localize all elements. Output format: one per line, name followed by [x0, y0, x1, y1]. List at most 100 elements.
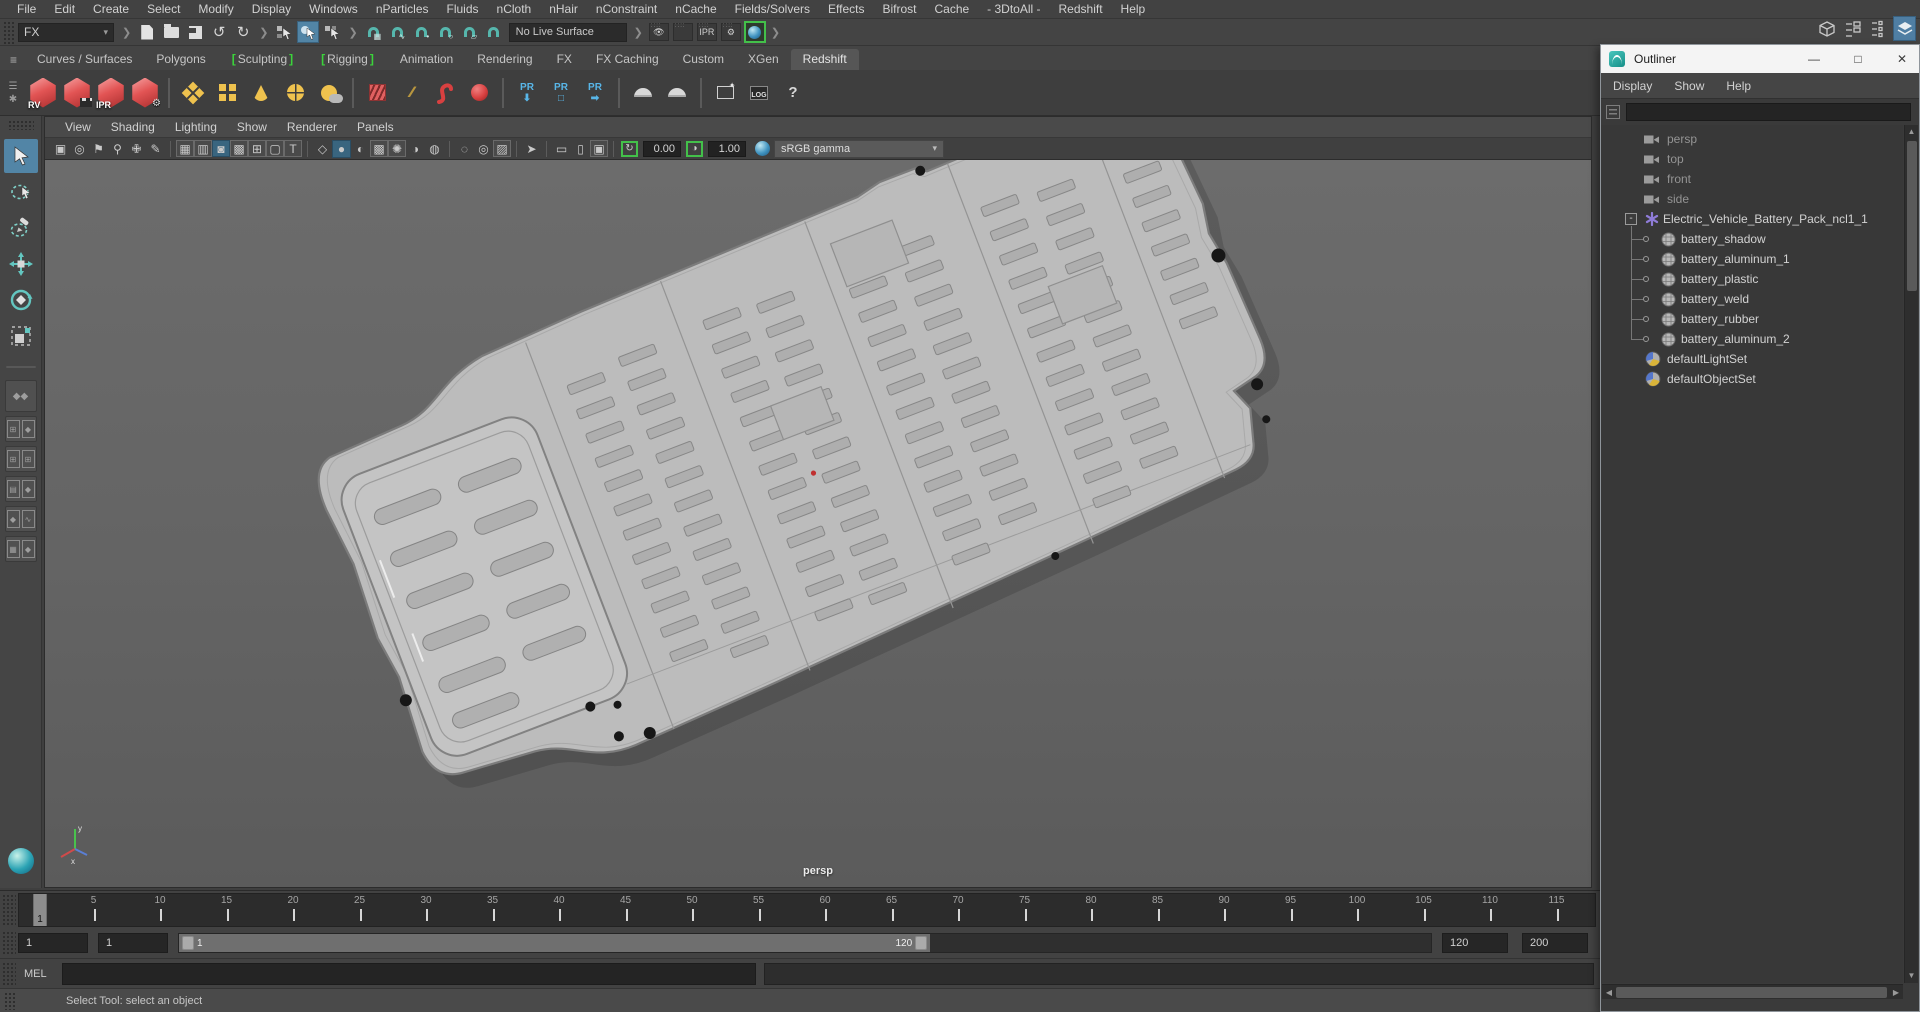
expander-icon[interactable]: - [1625, 213, 1637, 225]
layout-hypershade-button[interactable]: ▦ ◆ [4, 536, 37, 562]
help-line-grip[interactable] [4, 991, 16, 1010]
outliner-vertical-scrollbar[interactable]: ▲ ▼ [1904, 125, 1918, 983]
outliner-row-defaultobjectset[interactable]: defaultObjectSet [1601, 369, 1903, 389]
scroll-left-icon[interactable]: ◀ [1602, 988, 1616, 997]
menu-bifrost[interactable]: Bifrost [873, 2, 925, 16]
outliner-menu-help[interactable]: Help [1726, 79, 1762, 93]
command-line-results[interactable] [764, 962, 1594, 985]
resolution-gate-icon[interactable]: ◙ [212, 140, 230, 157]
outliner-search-input[interactable] [1626, 103, 1911, 121]
panel-menu-show[interactable]: Show [227, 120, 277, 134]
gamma-field[interactable]: 1.00 [708, 140, 746, 157]
group-expander[interactable]: ❯ [344, 26, 361, 39]
range-end-handle[interactable] [915, 936, 928, 950]
shelf-tab-fx[interactable]: FX [545, 49, 584, 70]
menu-display[interactable]: Display [243, 2, 300, 16]
motion-blur-icon[interactable]: ◌ [455, 140, 474, 158]
playback-range-bar[interactable]: 1 120 [179, 934, 931, 952]
scroll-right-icon[interactable]: ▶ [1889, 988, 1903, 997]
outliner-row-battery-aluminum-1[interactable]: battery_aluminum_1 [1601, 249, 1903, 269]
layout-two-pane-button[interactable]: ⊞ ⊞ [4, 446, 37, 472]
playback-end-field[interactable]: 120 [1442, 933, 1508, 953]
channel-box-toggle[interactable] [1893, 16, 1916, 41]
outliner-row-battery-aluminum-2[interactable]: battery_aluminum_2 [1601, 329, 1903, 349]
depth-peeling-icon[interactable]: ▨ [493, 140, 511, 157]
panel-menu-shading[interactable]: Shading [101, 120, 165, 134]
toolbox-grip[interactable] [7, 120, 34, 130]
scale-tool[interactable] [4, 319, 38, 353]
layout-persp-graph-button[interactable]: ◆ ∿ [4, 506, 37, 532]
menu-redshift[interactable]: Redshift [1050, 2, 1112, 16]
shelf-tab-xgen[interactable]: XGen [736, 49, 791, 70]
select-object-button[interactable] [297, 21, 320, 43]
image-icon[interactable]: ▣ [590, 140, 608, 157]
grid-toggle-icon[interactable]: ▦ [176, 140, 194, 157]
shelf-tab-polygons[interactable]: Polygons [144, 49, 217, 70]
shaded-icon[interactable]: ● [332, 139, 351, 158]
shelf-item-dome-light[interactable] [660, 74, 694, 112]
shelf-item-environment[interactable] [312, 74, 346, 112]
rotate-tool[interactable] [4, 283, 38, 317]
shelf-item-plane[interactable] [210, 74, 244, 112]
shelf-item-hair-strands[interactable]: ∕∕∕ [394, 74, 428, 112]
group-expander[interactable]: ❯ [767, 26, 784, 39]
outliner-row-battery-shadow[interactable]: battery_shadow [1601, 229, 1903, 249]
panel-menu-renderer[interactable]: Renderer [277, 120, 347, 134]
shelf-item-help[interactable]: ? [776, 74, 810, 112]
layout-four-pane-button[interactable]: ⊞ ◆ [4, 416, 37, 442]
new-scene-button[interactable] [136, 21, 158, 43]
shelf-item-curve[interactable] [428, 74, 462, 112]
filter-icon[interactable] [1606, 105, 1620, 119]
exposure-toggle-icon[interactable]: ↻ [621, 140, 638, 157]
animation-end-field[interactable]: 200 [1522, 933, 1588, 953]
shelf-item-proxy-export[interactable]: PR ⬇ [510, 74, 544, 112]
menu-nconstraint[interactable]: nConstraint [587, 2, 666, 16]
gate-mask-icon[interactable]: ▩ [230, 140, 248, 157]
menu-modify[interactable]: Modify [189, 2, 242, 16]
menu-cache[interactable]: Cache [925, 2, 978, 16]
bookmark-icon[interactable]: ⚲ [108, 140, 127, 158]
render-view-button[interactable]: :::: 👁 [648, 21, 670, 43]
hscroll-handle[interactable] [1616, 986, 1887, 998]
command-line-mode-button[interactable]: MEL [18, 968, 62, 980]
vscroll-handle[interactable] [1906, 141, 1917, 291]
range-slider-groove[interactable]: 1 120 [178, 933, 1432, 953]
time-slider-track[interactable]: 1 5 10 15 20 25 30 35 40 45 50 55 60 65 70 75 80 85 90 95 1… [18, 892, 1596, 927]
selection-mask-dropdown[interactable]: FX ▾ [18, 22, 114, 42]
menu-ncloth[interactable]: nCloth [488, 2, 541, 16]
select-camera-icon[interactable]: ▣ [51, 140, 70, 158]
safe-title-icon[interactable]: T [284, 140, 302, 157]
outliner-row-front[interactable]: front [1601, 169, 1903, 189]
live-surface-field[interactable]: No Live Surface [508, 22, 627, 42]
shaded-wireframe-icon[interactable]: ◐ [351, 140, 370, 158]
shelf-item-log-window[interactable]: LOG [742, 74, 776, 112]
maximize-button[interactable]: □ [1843, 45, 1873, 73]
view-transform-dropdown[interactable]: sRGB gamma ▾ [774, 139, 944, 158]
minimize-button[interactable]: — [1799, 45, 1829, 73]
menu-file[interactable]: File [8, 2, 45, 16]
shelf-item-proxy-import[interactable]: PR ➡ [578, 74, 612, 112]
shelf-tab-rigging[interactable]: [Rigging] [307, 49, 388, 70]
panel-menu-lighting[interactable]: Lighting [165, 120, 227, 134]
select-hierarchy-button[interactable] [273, 21, 295, 43]
panel-menu-panels[interactable]: Panels [347, 120, 404, 134]
redshift-rendersettings-button[interactable] [743, 21, 766, 43]
snap-to-curve-button[interactable]: ∿ [387, 21, 409, 43]
outliner-row-battery-rubber[interactable]: battery_rubber [1601, 309, 1903, 329]
shadows-icon[interactable]: ◑ [406, 140, 425, 158]
open-scene-button[interactable] [160, 21, 182, 43]
shelf-tab-animation[interactable]: Animation [388, 49, 465, 70]
use-all-lights-icon[interactable]: ✺ [388, 140, 406, 157]
tool-settings-toggle[interactable] [1867, 16, 1890, 41]
shelf-item-redshift-renderview[interactable]: RV [26, 74, 60, 112]
exposure-field[interactable]: 0.00 [643, 140, 681, 157]
panel-menu-view[interactable]: View [55, 120, 101, 134]
menu-ncache[interactable]: nCache [666, 2, 725, 16]
menu-edit[interactable]: Edit [45, 2, 84, 16]
shelf-item-cone-light[interactable] [244, 74, 278, 112]
attribute-editor-toggle[interactable] [1841, 16, 1864, 41]
range-start-handle[interactable] [182, 936, 194, 950]
paint-select-tool[interactable] [4, 211, 38, 245]
menu-create[interactable]: Create [84, 2, 138, 16]
viewport-canvas[interactable]: xy persp [45, 160, 1591, 887]
